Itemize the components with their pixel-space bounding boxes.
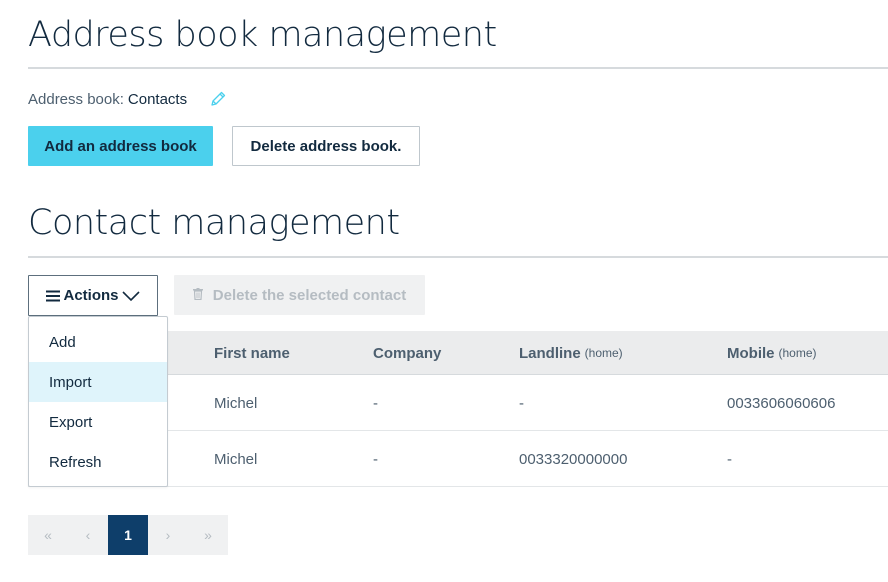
menu-item-import[interactable]: Import [29, 362, 167, 402]
column-label: Landline [519, 344, 581, 362]
divider [28, 67, 888, 69]
pagination: « ‹ 1 › » [28, 515, 228, 555]
column-sublabel: (home) [584, 346, 623, 360]
cell-company: - [373, 394, 378, 412]
delete-address-book-button[interactable]: Delete address book. [232, 126, 420, 166]
contact-management-title: Contact management [28, 203, 400, 243]
first-page-button[interactable]: « [28, 515, 68, 555]
divider [28, 256, 888, 258]
add-address-book-button[interactable]: Add an address book [28, 126, 213, 166]
cell-company: - [373, 450, 378, 468]
pencil-icon[interactable] [209, 90, 227, 108]
column-header-first-name[interactable]: First name [214, 331, 290, 375]
address-book-value: Contacts [127, 90, 188, 108]
previous-page-button[interactable]: ‹ [68, 515, 108, 555]
column-sublabel: (home) [778, 346, 817, 360]
page: Address book management Address book: Co… [0, 0, 888, 582]
menu-item-refresh[interactable]: Refresh [29, 442, 167, 482]
column-header-mobile[interactable]: Mobile (home) [727, 331, 817, 375]
chevron-down-icon [121, 290, 140, 302]
cell-landline: - [519, 394, 524, 412]
hamburger-icon [46, 290, 61, 302]
cell-mobile: - [727, 450, 732, 468]
actions-menu: Add Import Export Refresh [28, 316, 168, 487]
cell-first-name: Michel [214, 394, 258, 412]
column-label: Mobile [727, 344, 775, 362]
next-page-button[interactable]: › [148, 515, 188, 555]
address-book-line: Address book: Contacts [28, 90, 227, 108]
page-button-current[interactable]: 1 [108, 515, 148, 555]
cell-landline: 0033320000000 [519, 450, 628, 468]
cell-first-name: Michel [214, 450, 258, 468]
actions-label: Actions [63, 287, 119, 304]
actions-button[interactable]: Actions [28, 275, 158, 316]
trash-icon [192, 287, 203, 304]
address-book-title: Address book management [28, 15, 497, 55]
column-header-landline[interactable]: Landline (home) [519, 331, 623, 375]
column-label: Company [373, 344, 442, 362]
cell-mobile: 0033606060606 [727, 394, 836, 412]
address-book-label: Address book: [28, 90, 124, 108]
column-header-company[interactable]: Company [373, 331, 441, 375]
last-page-button[interactable]: » [188, 515, 228, 555]
menu-item-add[interactable]: Add [29, 322, 167, 362]
menu-item-export[interactable]: Export [29, 402, 167, 442]
delete-selected-label: Delete the selected contact [212, 286, 407, 304]
column-label: First name [214, 344, 290, 362]
delete-selected-contact-button[interactable]: Delete the selected contact [174, 275, 425, 315]
